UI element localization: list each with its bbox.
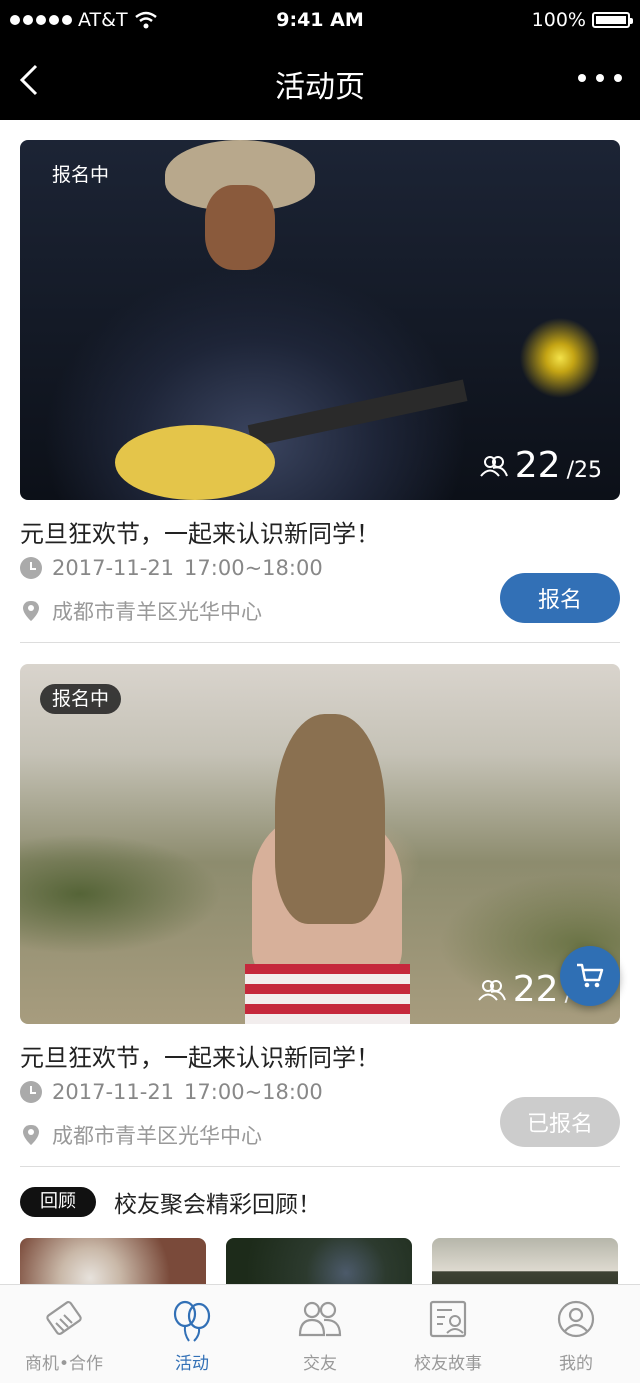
signup-button[interactable]: 报名 bbox=[500, 573, 620, 623]
clock-icon bbox=[20, 1081, 42, 1103]
review-title[interactable]: 校友聚会精彩回顾！ bbox=[114, 1185, 321, 1219]
balloon-icon bbox=[173, 1300, 211, 1342]
location-pin-icon bbox=[23, 601, 39, 621]
event-date: 2017-11-21 bbox=[52, 1080, 175, 1104]
activity-photo[interactable]: 报名中 22 / bbox=[20, 664, 620, 1024]
handshake-icon bbox=[46, 1301, 82, 1335]
capacity-count: /25 bbox=[566, 458, 602, 483]
tab-label: 商机•合作 bbox=[24, 1354, 104, 1374]
enrolled-count: 22 bbox=[512, 969, 559, 1010]
location-pin-icon bbox=[23, 1125, 39, 1145]
headcount: 22 / bbox=[477, 969, 572, 1010]
nav-bar: 活动页 bbox=[0, 40, 640, 120]
event-title[interactable]: 元旦狂欢节，一起来认识新同学！ bbox=[20, 514, 380, 549]
enrolled-count: 22 bbox=[514, 445, 561, 486]
event-time-range: 17:00~18:00 bbox=[184, 556, 323, 580]
battery-status: 100% bbox=[531, 9, 633, 31]
page-title: 活动页 bbox=[275, 70, 365, 105]
activity-card[interactable]: 报名中 22 /25 元旦狂欢节，一起来认识新同学！ 2017-11-21 17… bbox=[20, 140, 620, 643]
tab-friends[interactable]: 交友 bbox=[256, 1285, 384, 1383]
more-icon[interactable] bbox=[578, 74, 622, 82]
battery-icon bbox=[592, 12, 633, 28]
event-title[interactable]: 元旦狂欢节，一起来认识新同学！ bbox=[20, 1038, 380, 1073]
tab-business[interactable]: 商机•合作 bbox=[0, 1285, 128, 1383]
status-badge: 报名中 bbox=[52, 164, 110, 186]
review-gallery bbox=[20, 1238, 620, 1284]
event-date: 2017-11-21 bbox=[52, 556, 175, 580]
status-badge: 报名中 bbox=[40, 684, 122, 714]
location-text: 成都市青羊区光华中心 bbox=[52, 1124, 262, 1148]
people-icon bbox=[480, 455, 508, 477]
tab-bar: 商机•合作 活动 交友 校友故事 我的 bbox=[0, 1284, 640, 1383]
cart-icon bbox=[577, 963, 604, 988]
story-icon bbox=[429, 1300, 467, 1338]
tab-activity[interactable]: 活动 bbox=[128, 1285, 256, 1383]
headcount: 22 /25 bbox=[479, 445, 602, 486]
tab-profile[interactable]: 我的 bbox=[512, 1285, 640, 1383]
tab-label: 我的 bbox=[559, 1354, 593, 1374]
event-location: 成都市青羊区光华中心 bbox=[20, 1120, 262, 1150]
location-text: 成都市青羊区光华中心 bbox=[52, 600, 262, 624]
event-time: 2017-11-21 17:00~18:00 bbox=[20, 1080, 323, 1104]
tab-alumni-stories[interactable]: 校友故事 bbox=[384, 1285, 512, 1383]
friends-icon bbox=[298, 1301, 342, 1337]
people-icon bbox=[477, 979, 506, 1001]
tab-label: 活动 bbox=[175, 1354, 209, 1374]
tab-label: 交友 bbox=[303, 1354, 337, 1374]
event-time: 2017-11-21 17:00~18:00 bbox=[20, 556, 323, 580]
activity-photo[interactable]: 报名中 22 /25 bbox=[20, 140, 620, 500]
event-time-range: 17:00~18:00 bbox=[184, 1080, 323, 1104]
cart-button[interactable] bbox=[560, 946, 620, 1006]
divider bbox=[20, 642, 620, 643]
activity-card[interactable]: 报名中 22 / 元旦狂欢节，一起来认识新同学！ 2017-11-21 17:0… bbox=[20, 664, 620, 1167]
clock-icon bbox=[20, 557, 42, 579]
profile-icon bbox=[557, 1300, 595, 1338]
tab-label: 校友故事 bbox=[414, 1354, 482, 1374]
divider bbox=[20, 1166, 620, 1167]
review-thumbnail[interactable] bbox=[20, 1238, 206, 1284]
review-tag: 回顾 bbox=[20, 1187, 96, 1217]
event-location: 成都市青羊区光华中心 bbox=[20, 596, 262, 626]
review-thumbnail[interactable] bbox=[226, 1238, 412, 1284]
signed-up-button[interactable]: 已报名 bbox=[500, 1097, 620, 1147]
battery-percent: 100% bbox=[531, 9, 586, 31]
review-header[interactable]: 回顾 校友聚会精彩回顾！ bbox=[20, 1185, 321, 1219]
status-bar: AT&T 9:41 AM 100% bbox=[0, 0, 640, 40]
review-thumbnail[interactable] bbox=[432, 1238, 618, 1284]
